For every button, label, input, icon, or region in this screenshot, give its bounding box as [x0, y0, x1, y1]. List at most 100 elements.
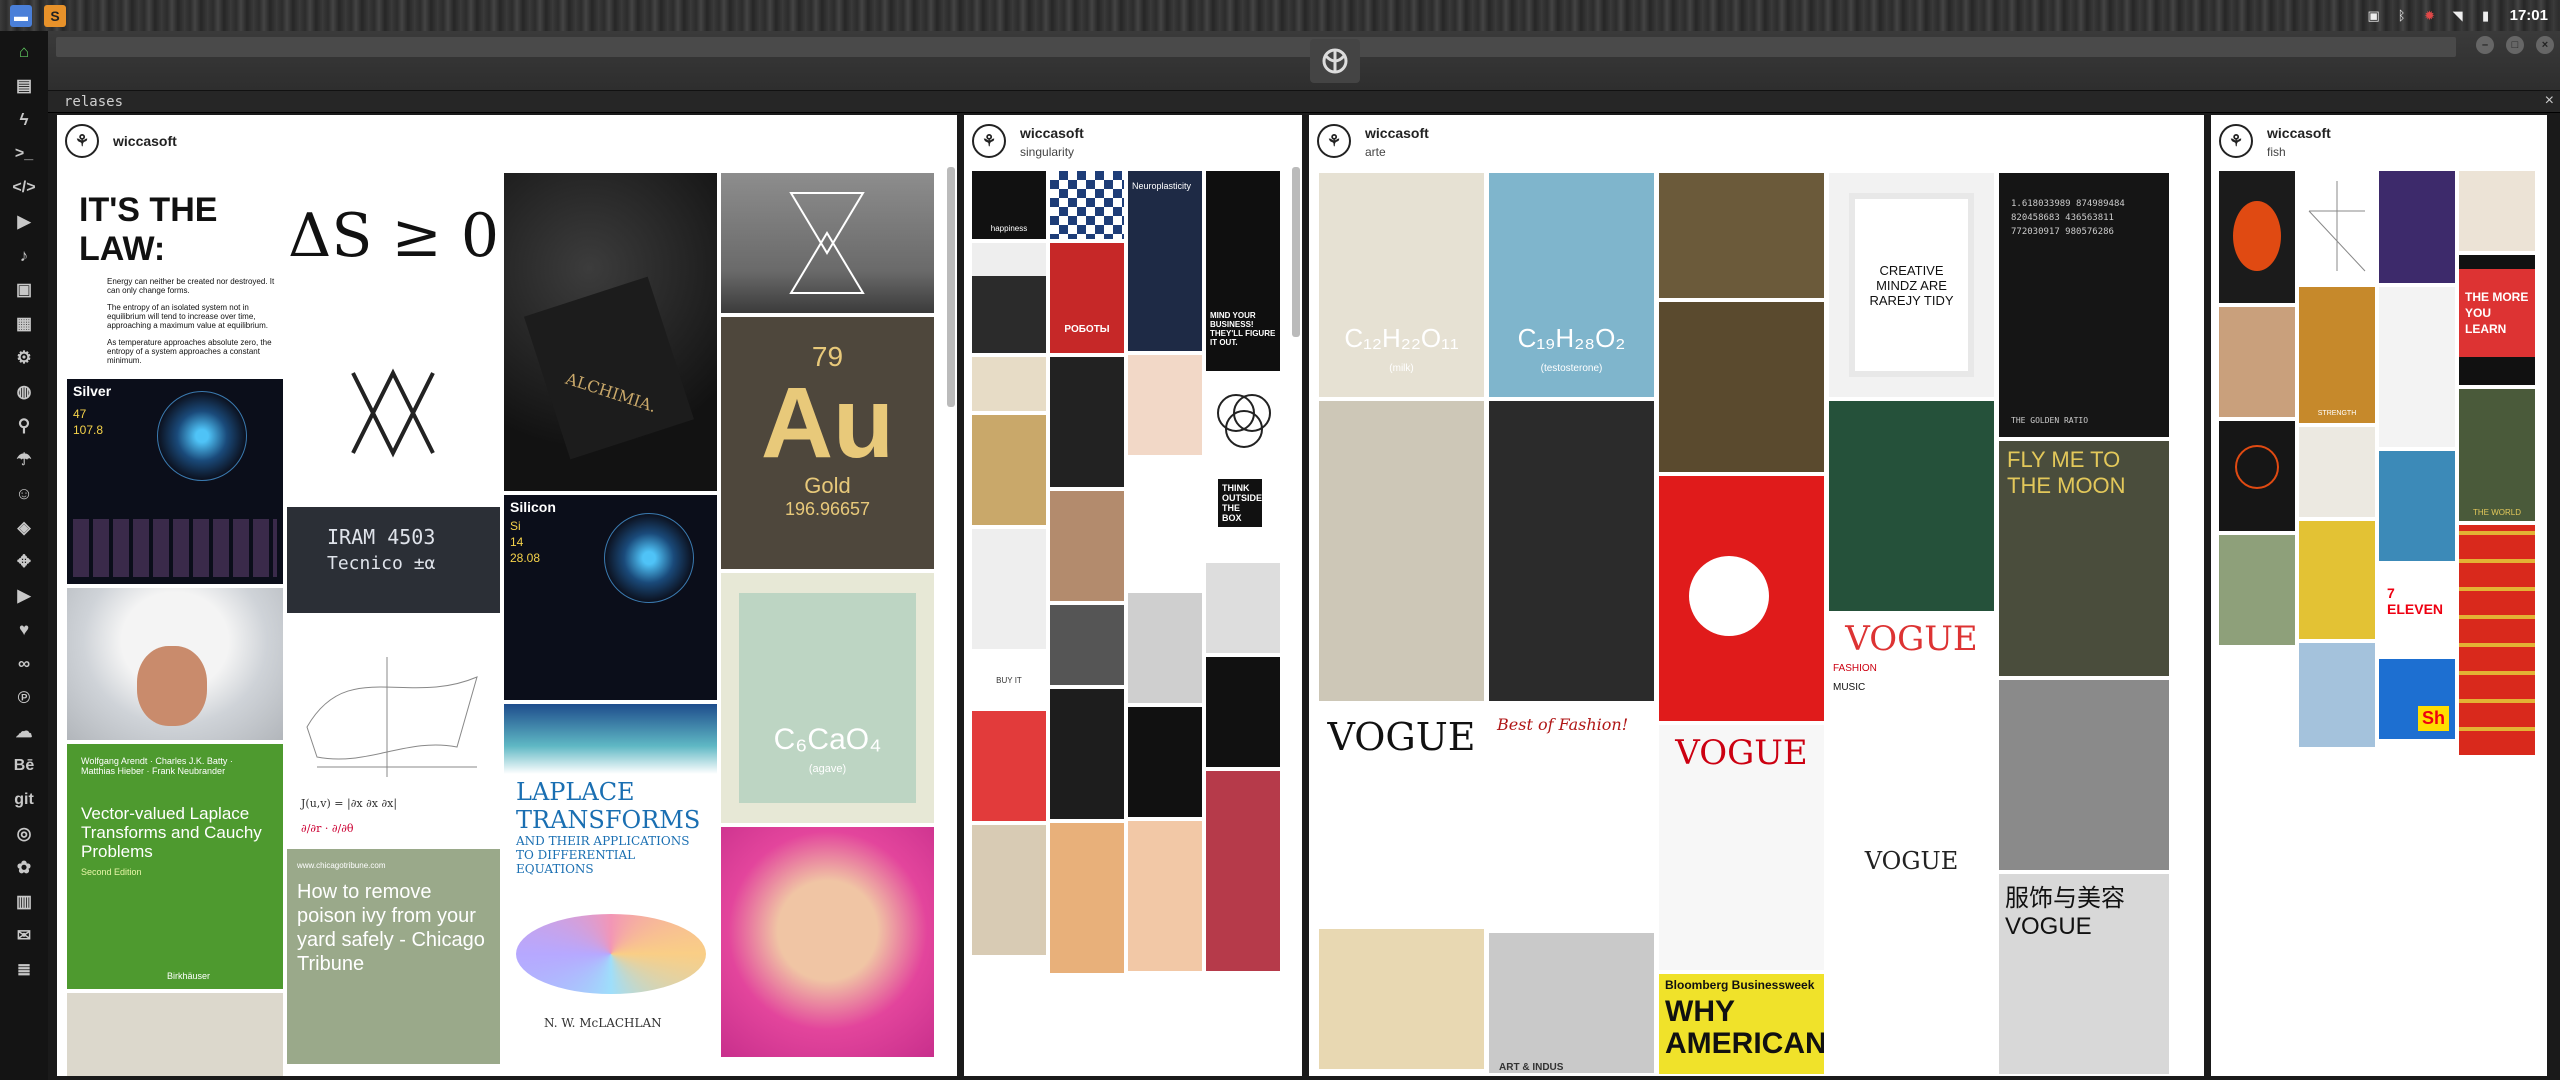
pin-sculpture-white[interactable]	[2299, 427, 2375, 517]
scrollbar[interactable]	[1292, 167, 1300, 337]
pin-coat-of-arms[interactable]	[2299, 521, 2375, 639]
pin-vogue-hat[interactable]: VOGUE	[1319, 705, 1484, 925]
image-icon[interactable]: ▣	[2366, 8, 2382, 24]
heart-icon[interactable]: ♥	[9, 615, 39, 645]
pin-vogue-red-lips[interactable]: VOGUE	[1659, 725, 1824, 970]
pin-magazine[interactable]	[2299, 643, 2375, 747]
pin-dark-chart[interactable]	[1050, 689, 1124, 819]
pin-earth-moon[interactable]	[1050, 357, 1124, 487]
pin-woman-in-hat-photo[interactable]	[67, 588, 283, 740]
pin-alchimia-bottle[interactable]: ALCHIMIA.	[504, 173, 717, 491]
wifi-icon[interactable]: ◥	[2450, 8, 2466, 24]
pin-neuroplasticity[interactable]: Neuroplasticity	[1128, 171, 1202, 351]
pin-panel[interactable]	[2459, 171, 2535, 251]
clock[interactable]: 17:01	[2510, 7, 2548, 24]
scrollbar[interactable]	[947, 167, 955, 407]
pin-vogue-bowie[interactable]: VOGUE FASHION MUSIC	[1829, 615, 1994, 839]
globe-icon[interactable]: ◍	[9, 377, 39, 407]
search-icon[interactable]: ⚲	[9, 411, 39, 441]
pin-creative-minds[interactable]: CREATIVE MINDZ ARE RAREJY TIDY	[1829, 173, 1994, 397]
username[interactable]: wiccasoft	[113, 133, 177, 149]
git-icon[interactable]: git	[9, 785, 39, 815]
avatar[interactable]: ⚘	[1317, 124, 1351, 158]
contacts-icon[interactable]: ▦	[9, 309, 39, 339]
board-name[interactable]: arte	[1365, 145, 1386, 159]
person-icon[interactable]: ☺	[9, 479, 39, 509]
battery-icon[interactable]: ▮	[2478, 8, 2494, 24]
image-icon[interactable]: ▣	[9, 275, 39, 305]
pin-girl-portrait[interactable]	[721, 827, 934, 1057]
pin-portrait[interactable]	[1128, 355, 1202, 455]
play-icon[interactable]: ▶	[9, 207, 39, 237]
link-icon[interactable]: ∞	[9, 649, 39, 679]
pin-the-world[interactable]: THE WORLD	[2459, 389, 2535, 521]
pin-flags[interactable]	[2459, 525, 2535, 755]
pin-geometry[interactable]	[2379, 287, 2455, 447]
mail-icon[interactable]: ✉	[9, 921, 39, 951]
pin-letter[interactable]	[972, 357, 1046, 411]
pin-vector-valued-book[interactable]: Wolfgang Arendt · Charles J.K. Batty · M…	[67, 744, 283, 989]
minimize-button[interactable]: –	[2476, 36, 2494, 54]
storage-icon[interactable]: ≣	[9, 955, 39, 985]
pin-the-more[interactable]: THE MORE YOU LEARN	[2459, 255, 2535, 385]
pin-math-diagram[interactable]: J(u,v) = |∂x ∂x ∂x| ∂/∂r · ∂/∂θ	[287, 617, 500, 845]
pin-laws-of-thermodynamics[interactable]: IT'S THE LAW: Energy can neither be crea…	[67, 173, 283, 375]
pin-triangles-logo[interactable]	[287, 303, 500, 503]
pin-mona-lisa[interactable]	[1659, 302, 1824, 472]
pin-poison-ivy[interactable]: www.chicagotribune.com How to remove poi…	[287, 849, 500, 1064]
pin-calligraphy[interactable]	[1319, 929, 1484, 1069]
pin-gold-element[interactable]: 79 Au Gold 196.96657	[721, 317, 934, 569]
pin-spiral-sequence[interactable]	[972, 415, 1046, 525]
bolt-icon[interactable]: ϟ	[9, 105, 39, 135]
username[interactable]: wiccasoft	[2267, 125, 2331, 141]
pin-buy-it[interactable]: BUY IT	[972, 653, 1046, 707]
music-icon[interactable]: ♪	[9, 241, 39, 271]
pin-happiness-molecule[interactable]: happiness	[972, 171, 1046, 239]
expand-icon[interactable]: ✥	[9, 547, 39, 577]
pin-entropy[interactable]: ΔS ≥ 0	[287, 173, 500, 299]
pin-street-photo[interactable]	[1999, 680, 2169, 870]
pin-brain-sketch[interactable]	[972, 529, 1046, 649]
pin-van-gogh[interactable]	[1829, 401, 1994, 611]
pin-woman-jacket[interactable]	[1050, 491, 1124, 601]
pin-7eleven[interactable]: 7 ELEVEN	[2379, 565, 2455, 655]
avatar[interactable]: ⚘	[2219, 124, 2253, 158]
pin-laplace-book[interactable]: LAPLACE TRANSFORMS AND THEIR APPLICATION…	[504, 704, 717, 1054]
settings-icon[interactable]: ⚙	[9, 343, 39, 373]
pin-red-sun[interactable]	[1659, 476, 1824, 721]
pin-chess-board[interactable]	[1050, 171, 1124, 239]
pin-figures-painting[interactable]	[2219, 535, 2295, 645]
pin-madonna[interactable]	[1489, 401, 1654, 701]
pin-collage-woman[interactable]	[1319, 401, 1484, 701]
pin-beach-photo[interactable]	[1050, 823, 1124, 973]
behance-icon[interactable]: Bē	[9, 751, 39, 781]
username[interactable]: wiccasoft	[1365, 125, 1429, 141]
close-icon[interactable]: ×	[2545, 92, 2554, 110]
pin-think-outside[interactable]: THINK OUTSIDE THE BOX	[1206, 469, 1280, 559]
terminal-icon[interactable]: >_	[9, 139, 39, 169]
map-icon[interactable]: ▥	[9, 887, 39, 917]
maximize-button[interactable]: □	[2506, 36, 2524, 54]
pin-red-poster[interactable]	[972, 711, 1046, 821]
pin-purple-orb[interactable]	[2379, 171, 2455, 283]
pin-testosterone-molecule[interactable]: C₁₉H₂₈O₂ (testosterone)	[1489, 173, 1654, 397]
rebel-logo-icon[interactable]	[1310, 39, 1360, 83]
pin-silicon-element[interactable]: Silicon Si 14 28.08	[504, 495, 717, 700]
pin-portrait-2[interactable]	[1128, 821, 1202, 971]
bluetooth-icon[interactable]: ᛒ	[2394, 8, 2410, 24]
pin-tetris-tower[interactable]	[972, 243, 1046, 353]
board-name[interactable]: singularity	[1020, 145, 1074, 159]
pin-tarot-strength[interactable]: STRENGTH	[2299, 287, 2375, 423]
pin-vogue-sketch[interactable]: VOGUE	[1829, 843, 1994, 1073]
pin-red-circle[interactable]	[2219, 421, 2295, 531]
home-icon[interactable]: ⌂	[9, 37, 39, 67]
pin-milk-molecule[interactable]: C₁₂H₂₂O₁₁ (milk)	[1319, 173, 1484, 397]
avatar[interactable]: ⚘	[972, 124, 1006, 158]
pin-triangle-landscape[interactable]	[721, 173, 934, 313]
pin-sketch[interactable]	[1206, 563, 1280, 653]
umbrella-icon[interactable]: ☂	[9, 445, 39, 475]
pin-lips-poster[interactable]	[972, 825, 1046, 955]
pin-dancers[interactable]	[1206, 771, 1280, 971]
cloud-icon[interactable]: ☁	[9, 717, 39, 747]
pin-molecule-bottom[interactable]	[67, 993, 283, 1076]
